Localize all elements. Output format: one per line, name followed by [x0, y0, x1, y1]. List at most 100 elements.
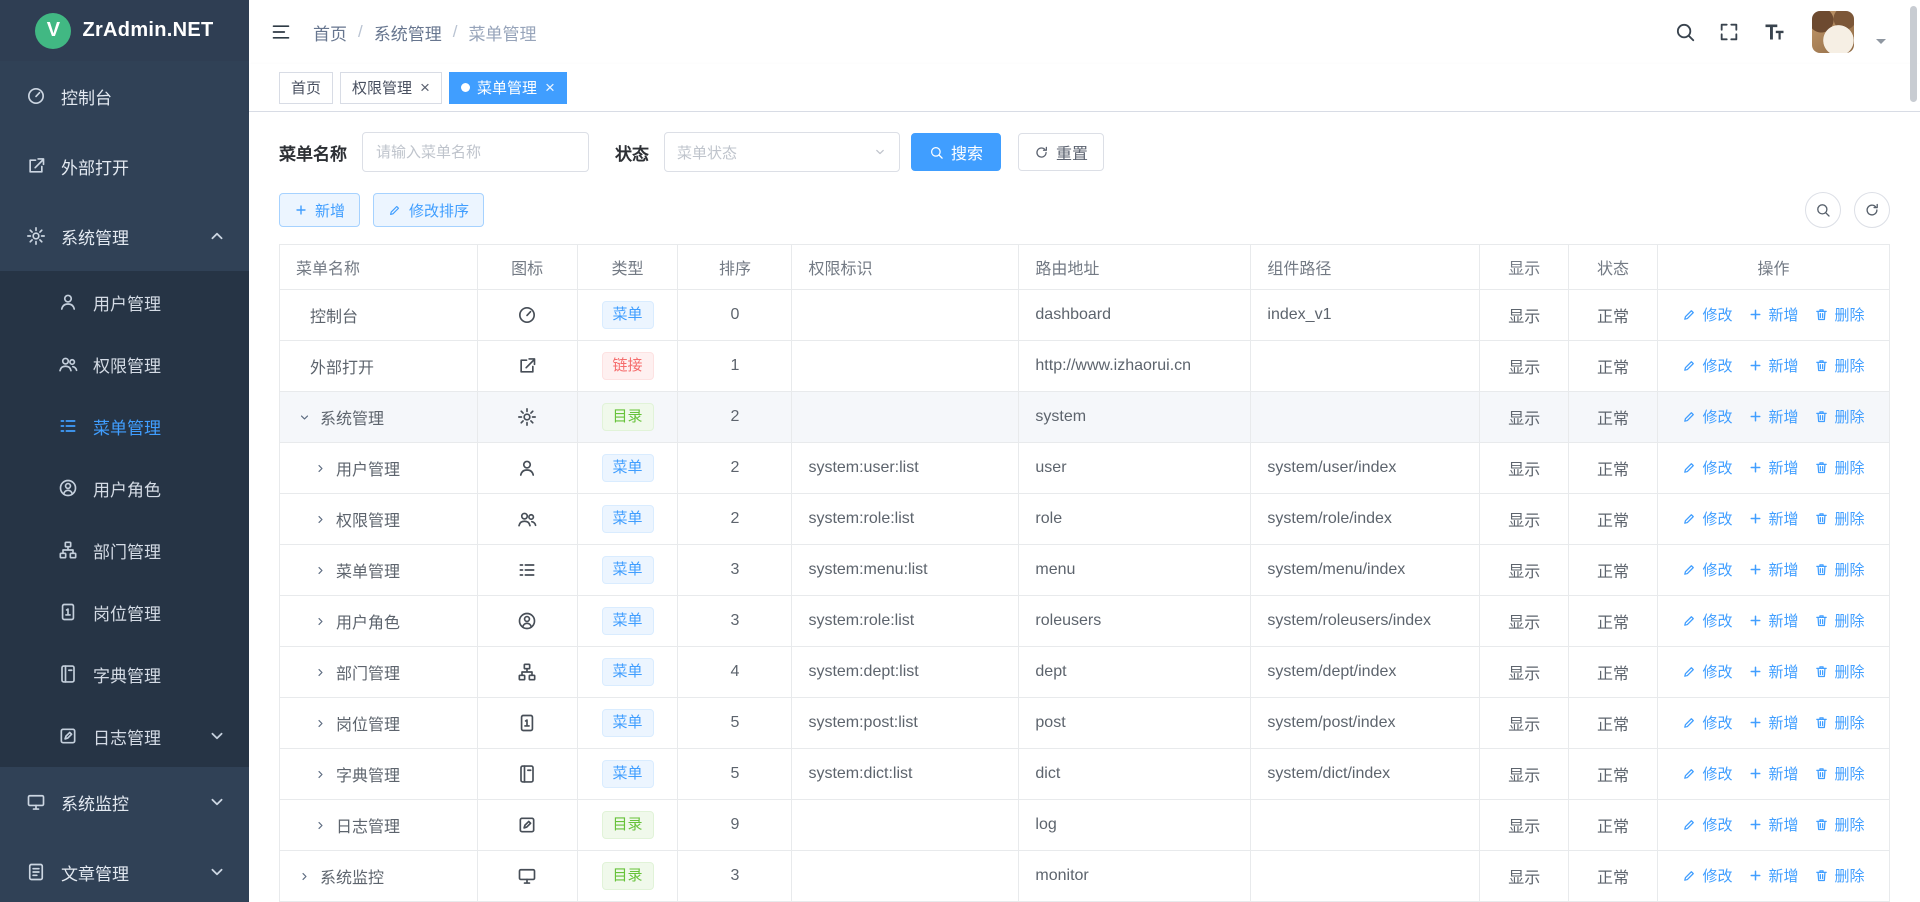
search-icon[interactable] [1674, 21, 1696, 43]
hamburger-icon[interactable] [271, 22, 291, 42]
log-icon [517, 815, 537, 835]
row-expand-chevron-right-icon[interactable] [314, 768, 327, 781]
row-delete-link[interactable]: 删除 [1814, 406, 1864, 427]
sidebar-item-log[interactable]: 日志管理 [0, 705, 249, 767]
row-expand-chevron-down-icon[interactable] [298, 411, 311, 424]
row-delete-link[interactable]: 删除 [1814, 814, 1864, 835]
row-expand-chevron-right-icon[interactable] [314, 717, 327, 730]
row-edit-link[interactable]: 修改 [1682, 610, 1732, 631]
row-edit-link[interactable]: 修改 [1682, 712, 1732, 733]
row-delete-link[interactable]: 删除 [1814, 661, 1864, 682]
cell-sort: 3 [678, 596, 792, 647]
scrollbar-thumb[interactable] [1910, 6, 1917, 102]
sidebar-item-console[interactable]: 控制台 [0, 61, 249, 131]
cell-status: 正常 [1569, 749, 1658, 800]
row-edit-link[interactable]: 修改 [1682, 304, 1732, 325]
row-add-link[interactable]: 新增 [1748, 304, 1798, 325]
row-add-link[interactable]: 新增 [1748, 814, 1798, 835]
row-expand-chevron-right-icon[interactable] [314, 462, 327, 475]
row-add-link[interactable]: 新增 [1748, 508, 1798, 529]
app-logo[interactable]: V ZrAdmin.NET [0, 0, 249, 61]
row-add-link[interactable]: 新增 [1748, 355, 1798, 376]
cell-name: 系统管理 [280, 392, 478, 443]
edit-sort-button[interactable]: 修改排序 [373, 193, 484, 227]
cell-actions: 修改新增删除 [1657, 596, 1889, 647]
plus-icon [1748, 460, 1763, 475]
sidebar-item-dept[interactable]: 部门管理 [0, 519, 249, 581]
plus-icon [1748, 511, 1763, 526]
refresh-button[interactable] [1854, 192, 1890, 228]
row-expand-chevron-right-icon[interactable] [314, 819, 327, 832]
row-delete-link[interactable]: 删除 [1814, 457, 1864, 478]
sidebar-item-dict[interactable]: 字典管理 [0, 643, 249, 705]
row-add-link[interactable]: 新增 [1748, 457, 1798, 478]
row-edit-link[interactable]: 修改 [1682, 355, 1732, 376]
row-delete-link[interactable]: 删除 [1814, 508, 1864, 529]
row-expand-chevron-right-icon[interactable] [314, 564, 327, 577]
fullscreen-icon[interactable] [1718, 21, 1740, 43]
row-edit-link[interactable]: 修改 [1682, 508, 1732, 529]
sidebar-item-article[interactable]: 文章管理 [0, 837, 249, 902]
row-expand-chevron-right-icon[interactable] [314, 513, 327, 526]
sidebar-item-external[interactable]: 外部打开 [0, 131, 249, 201]
row-delete-link[interactable]: 删除 [1814, 304, 1864, 325]
row-edit-link[interactable]: 修改 [1682, 661, 1732, 682]
sidebar-item-system[interactable]: 系统管理 [0, 201, 249, 271]
row-add-link[interactable]: 新增 [1748, 661, 1798, 682]
reset-button[interactable]: 重置 [1018, 133, 1104, 171]
sidebar-item-label: 用户管理 [93, 290, 227, 315]
sidebar-item-roleusers[interactable]: 用户角色 [0, 457, 249, 519]
sidebar-item-post[interactable]: 岗位管理 [0, 581, 249, 643]
row-delete-link[interactable]: 删除 [1814, 763, 1864, 784]
font-size-icon[interactable] [1762, 20, 1786, 44]
tab-close-icon[interactable]: × [545, 79, 555, 96]
cell-icon [477, 494, 577, 545]
status-select[interactable]: 菜单状态 [664, 132, 900, 172]
row-delete-link[interactable]: 删除 [1814, 712, 1864, 733]
tab-role[interactable]: 权限管理× [340, 72, 442, 104]
ext-icon [517, 356, 537, 376]
menu-name-input[interactable] [362, 132, 589, 172]
user-avatar[interactable] [1812, 11, 1854, 53]
sidebar-item-monitor[interactable]: 系统监控 [0, 767, 249, 837]
logo-badge-icon: V [35, 13, 71, 49]
sidebar-item-user[interactable]: 用户管理 [0, 271, 249, 333]
row-edit-link[interactable]: 修改 [1682, 406, 1732, 427]
row-delete-link[interactable]: 删除 [1814, 610, 1864, 631]
row-add-link[interactable]: 新增 [1748, 406, 1798, 427]
row-add-link[interactable]: 新增 [1748, 865, 1798, 886]
row-delete-link[interactable]: 删除 [1814, 355, 1864, 376]
row-edit-link[interactable]: 修改 [1682, 814, 1732, 835]
row-expand-chevron-right-icon[interactable] [298, 870, 311, 883]
row-edit-link[interactable]: 修改 [1682, 865, 1732, 886]
row-delete-link[interactable]: 删除 [1814, 559, 1864, 580]
row-edit-link[interactable]: 修改 [1682, 457, 1732, 478]
row-add-link[interactable]: 新增 [1748, 559, 1798, 580]
cell-sort: 0 [678, 290, 792, 341]
avatar-dropdown-caret-icon[interactable] [1876, 39, 1886, 49]
tab-bar: 首页权限管理×菜单管理× [249, 64, 1920, 112]
row-expand-chevron-right-icon[interactable] [314, 615, 327, 628]
tab-menu[interactable]: 菜单管理× [449, 72, 567, 104]
row-add-link[interactable]: 新增 [1748, 763, 1798, 784]
sidebar-item-role[interactable]: 权限管理 [0, 333, 249, 395]
cell-component: system/role/index [1251, 494, 1480, 545]
row-add-link[interactable]: 新增 [1748, 610, 1798, 631]
table-row-dict: 字典管理 菜单 5 system:dict:list dict system/d… [280, 749, 1890, 800]
row-expand-chevron-right-icon[interactable] [314, 666, 327, 679]
row-edit-link[interactable]: 修改 [1682, 763, 1732, 784]
row-delete-link[interactable]: 删除 [1814, 865, 1864, 886]
row-add-link[interactable]: 新增 [1748, 712, 1798, 733]
cell-icon [477, 392, 577, 443]
add-button[interactable]: 新增 [279, 193, 360, 227]
breadcrumb-home[interactable]: 首页 [313, 20, 347, 45]
show-search-button[interactable] [1805, 192, 1841, 228]
search-button[interactable]: 搜索 [911, 133, 1001, 171]
breadcrumb-system[interactable]: 系统管理 [374, 20, 442, 45]
tab-home[interactable]: 首页 [279, 72, 333, 104]
refresh-icon [1034, 145, 1049, 160]
tab-close-icon[interactable]: × [420, 79, 430, 96]
sidebar-item-menu[interactable]: 菜单管理 [0, 395, 249, 457]
row-edit-link[interactable]: 修改 [1682, 559, 1732, 580]
plus-icon [1748, 358, 1763, 373]
